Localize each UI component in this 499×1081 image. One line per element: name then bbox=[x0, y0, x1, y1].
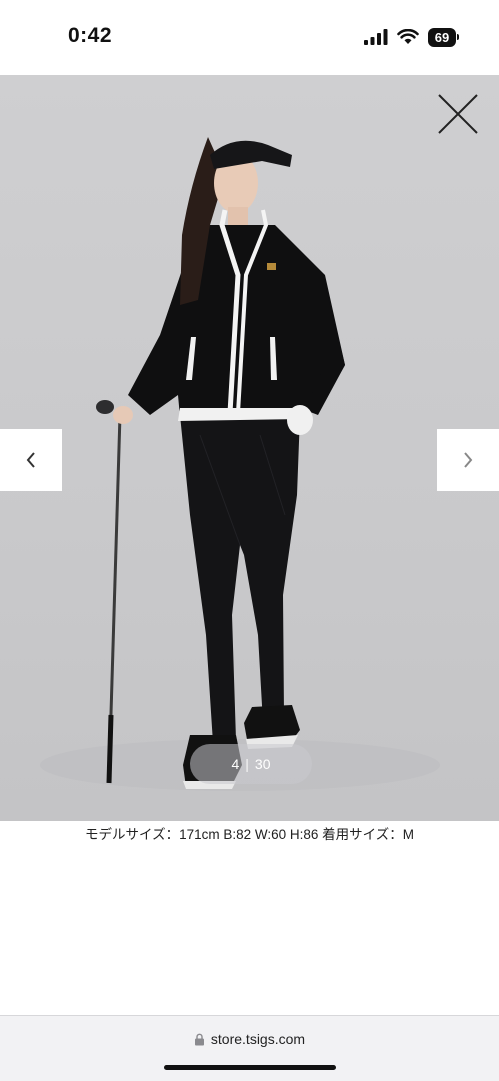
model-size-caption: モデルサイズ：171cm B:82 W:60 H:86 着用サイズ：M bbox=[84, 827, 414, 842]
status-bar: 0:42 69 bbox=[0, 0, 499, 75]
counter-current: 4 bbox=[231, 756, 240, 772]
counter-total: 30 bbox=[254, 756, 271, 772]
signal-icon bbox=[364, 29, 388, 45]
battery-icon: 69 bbox=[428, 27, 459, 47]
battery-tip bbox=[457, 34, 459, 40]
wifi-icon bbox=[397, 29, 419, 44]
url-display[interactable]: store.tsigs.com bbox=[0, 1031, 499, 1047]
close-icon bbox=[438, 94, 478, 134]
status-icons: 69 bbox=[364, 26, 459, 48]
counter-separator: | bbox=[245, 756, 249, 772]
lock-icon bbox=[194, 1033, 204, 1045]
chevron-left-icon bbox=[26, 452, 35, 468]
chevron-right-icon bbox=[464, 452, 473, 468]
url-text: store.tsigs.com bbox=[210, 1031, 306, 1047]
prev-button[interactable] bbox=[0, 429, 62, 491]
next-button[interactable] bbox=[437, 429, 499, 491]
close-button[interactable] bbox=[435, 91, 481, 137]
browser-address-bar[interactable]: store.tsigs.com bbox=[0, 1015, 499, 1081]
image-counter: 4 | 30 bbox=[190, 744, 312, 784]
home-indicator[interactable] bbox=[164, 1065, 336, 1070]
status-time: 0:42 bbox=[68, 24, 113, 47]
battery-level: 69 bbox=[428, 27, 456, 47]
image-viewer[interactable]: 4 | 30 bbox=[0, 75, 499, 821]
product-photo bbox=[40, 137, 440, 791]
